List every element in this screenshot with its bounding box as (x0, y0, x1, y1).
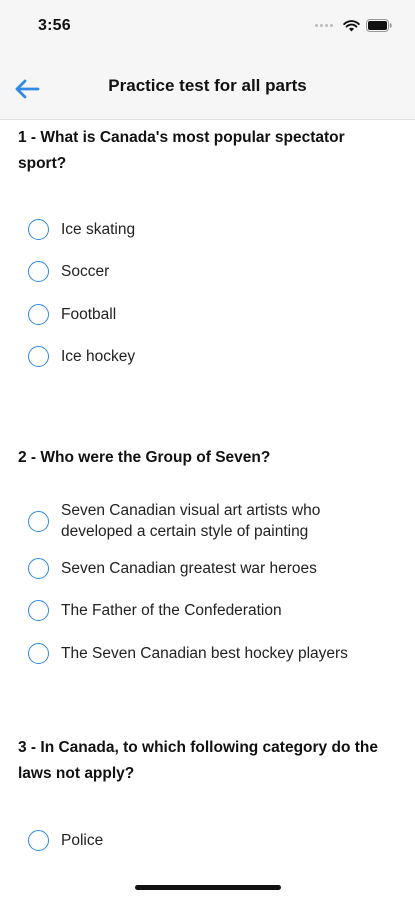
option-radio[interactable]: Football (18, 293, 397, 336)
option-radio[interactable]: Seven Canadian greatest war heroes (18, 547, 397, 590)
question-2-options: Seven Canadian visual art artists who de… (18, 495, 397, 675)
option-label: Seven Canadian greatest war heroes (61, 559, 317, 577)
option-radio[interactable]: Police (18, 820, 397, 863)
radio-button[interactable] (28, 346, 49, 368)
option-label: Police (61, 832, 104, 850)
option-radio[interactable]: Ice hockey (18, 336, 397, 379)
option-label: Ice hockey (61, 348, 136, 366)
option-radio[interactable]: Ice skating (18, 208, 397, 251)
radio-button[interactable] (28, 830, 49, 852)
option-label: Seven Canadian visual art artists who de… (61, 502, 321, 540)
home-indicator[interactable] (135, 885, 281, 890)
radio-button[interactable] (28, 642, 49, 664)
question-1-title: 1 - What is Canada's most popular specta… (18, 129, 345, 172)
option-label: The Father of the Confederation (61, 602, 282, 620)
status-icons (315, 19, 393, 32)
question-3-title: 3 - In Canada, to which following catego… (18, 738, 378, 782)
status-time: 3:56 (38, 17, 71, 34)
option-radio[interactable]: Seven Canadian visual art artists who de… (18, 495, 397, 547)
question-2-title: 2 - Who were the Group of Seven? (18, 449, 271, 466)
status-bar: 3:56 (0, 0, 415, 56)
question-3: 3 - In Canada, to which following catego… (0, 735, 415, 863)
navigation-bar: Practice test for all parts (0, 56, 415, 120)
option-label: Football (61, 305, 117, 323)
question-2: 2 - Who were the Group of Seven? Seven C… (0, 445, 415, 675)
radio-button[interactable] (28, 600, 49, 622)
option-label: Soccer (61, 263, 110, 281)
question-3-options: Police (18, 820, 397, 863)
page-title: Practice test for all parts (108, 76, 307, 95)
option-label: Ice skating (61, 220, 136, 238)
signal-icon (315, 24, 333, 27)
question-1: 1 - What is Canada's most popular specta… (0, 121, 415, 378)
question-1-options: Ice skating Soccer Football Ice hockey (18, 208, 397, 378)
option-radio[interactable]: The Seven Canadian best hockey players (18, 632, 397, 675)
battery-icon (366, 19, 392, 32)
radio-button[interactable] (28, 557, 49, 579)
radio-button[interactable] (28, 303, 49, 325)
screen: 3:56 Practice test for all parts 1 - Wha… (0, 0, 415, 900)
question-list[interactable]: 1 - What is Canada's most popular specta… (0, 121, 415, 900)
option-radio[interactable]: Soccer (18, 251, 397, 294)
radio-button[interactable] (28, 218, 49, 240)
radio-button[interactable] (28, 261, 49, 283)
option-label: The Seven Canadian best hockey players (61, 644, 348, 662)
option-radio[interactable]: The Father of the Confederation (18, 590, 397, 633)
radio-button[interactable] (28, 510, 49, 532)
wifi-icon (343, 19, 360, 31)
